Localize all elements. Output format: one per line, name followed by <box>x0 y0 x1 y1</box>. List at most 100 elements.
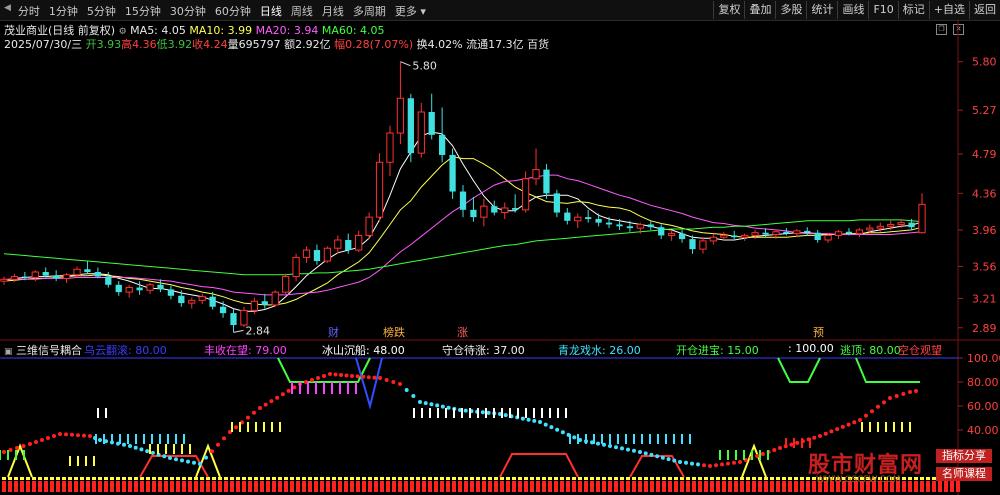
candle-body-79 <box>824 234 832 241</box>
indicator-field-2: 冰山沉船: 48.00 <box>322 344 405 357</box>
ind-base-bar <box>80 481 84 492</box>
ind-base-yellow <box>86 477 90 480</box>
ind-base-bar <box>164 481 168 492</box>
ind-base-yellow <box>194 477 198 480</box>
ma-line-ma60 <box>3 219 923 276</box>
ind-base-bar <box>512 481 516 492</box>
high-pointer <box>400 61 411 67</box>
candle-body-34 <box>355 234 363 251</box>
candle-body-73 <box>762 232 769 235</box>
ind-base-yellow <box>116 477 120 480</box>
candle-body-16 <box>167 289 175 296</box>
candle-body-53 <box>553 193 561 213</box>
ind-osc-dot <box>339 373 343 377</box>
ind-osc-dot <box>720 462 724 467</box>
ind-base-yellow <box>362 477 366 480</box>
ind-base-bar <box>536 481 540 492</box>
candle-body-72 <box>751 232 759 236</box>
expand-icon[interactable]: ▣ <box>4 347 13 357</box>
ind-base-yellow <box>398 477 402 480</box>
ind-base-yellow <box>230 477 234 480</box>
ind-base-yellow <box>368 477 372 480</box>
ind-osc-dot <box>435 403 440 408</box>
ind-base-yellow <box>530 477 534 480</box>
ind-osc-dot <box>286 388 291 393</box>
ind-base-yellow <box>224 477 228 480</box>
ind-base-bar <box>128 481 132 492</box>
signal-mark-0: 财 <box>328 325 339 339</box>
ind-osc-dot <box>829 429 834 434</box>
ind-base-bar <box>116 481 120 492</box>
ind-osc-dot <box>210 449 214 454</box>
ind-base-yellow <box>506 477 510 480</box>
ind-base-bar <box>194 481 198 492</box>
ind-base-yellow <box>608 477 612 480</box>
ind-base-bar <box>146 481 150 492</box>
ind-base-bar <box>566 481 570 492</box>
candle-body-41 <box>428 112 435 135</box>
ind-base-bar <box>380 481 384 492</box>
ind-base-yellow <box>344 477 348 480</box>
ind-base-yellow <box>242 477 246 480</box>
ind-base-bar <box>32 481 36 492</box>
ind-osc-dot <box>446 405 451 410</box>
ind-osc-dot <box>275 395 280 400</box>
ind-base-bar <box>206 481 210 492</box>
ind-osc-dot <box>21 444 26 448</box>
candle-body-58 <box>605 222 613 225</box>
ind-osc-dot <box>150 450 155 455</box>
ind-base-bar <box>296 481 300 492</box>
ind-osc-dot <box>82 433 86 438</box>
ind-base-bar <box>38 481 42 492</box>
ind-base-yellow <box>152 477 156 480</box>
candle-body-26 <box>271 291 279 306</box>
ind-base-bar <box>74 481 78 492</box>
ind-base-bar <box>68 481 72 492</box>
ind-osc-dot <box>738 460 742 464</box>
ind-osc-dot <box>269 399 274 404</box>
ind-base-bar <box>374 481 378 492</box>
candle-body-48 <box>501 207 509 214</box>
ind-osc-dot <box>411 394 416 398</box>
ind-osc-dot <box>760 452 765 456</box>
candle-body-62 <box>647 224 654 228</box>
ind-base-bar <box>620 481 624 492</box>
ind-base-yellow <box>38 477 42 480</box>
ind-base-bar <box>284 481 288 492</box>
ind-base-yellow <box>926 477 930 480</box>
ind-red-shape-2 <box>629 455 685 478</box>
ind-osc-dot <box>328 372 332 376</box>
ind-base-bar <box>332 481 336 492</box>
ind-base-bar <box>134 481 138 492</box>
ind-osc-dot <box>660 455 665 460</box>
ind-base-yellow <box>98 477 102 480</box>
price-tick-label-3: 4.36 <box>972 187 997 200</box>
watermark-tag-course: 名师课程 <box>936 467 992 481</box>
ind-base-bar <box>788 481 792 492</box>
candle-body-33 <box>345 240 352 251</box>
ind-base-yellow <box>170 477 174 480</box>
ind-base-yellow <box>770 477 774 480</box>
ind-base-yellow <box>380 477 384 480</box>
candle-body-57 <box>595 218 602 223</box>
ind-base-yellow <box>674 477 678 480</box>
ind-base-bar <box>212 481 216 492</box>
candle-body-0 <box>0 278 8 282</box>
ind-base-bar <box>326 481 330 492</box>
ind-base-yellow <box>68 477 72 480</box>
indicator-field-6: : 100.00 <box>788 342 834 355</box>
ind-osc-dot <box>316 376 320 380</box>
ind-base-bar <box>314 481 318 492</box>
ind-base-bar <box>452 481 456 492</box>
ind-base-yellow <box>26 477 30 480</box>
ind-base-yellow <box>440 477 444 480</box>
ind-base-yellow <box>602 477 606 480</box>
ind-base-bar <box>674 481 678 492</box>
ind-base-bar <box>200 481 204 492</box>
ind-base-bar <box>98 481 102 492</box>
ind-osc-dot <box>795 440 800 445</box>
ind-base-yellow <box>740 477 744 480</box>
ind-base-bar <box>272 481 276 492</box>
ind-base-bar <box>638 481 642 492</box>
ind-base-yellow <box>668 477 672 480</box>
